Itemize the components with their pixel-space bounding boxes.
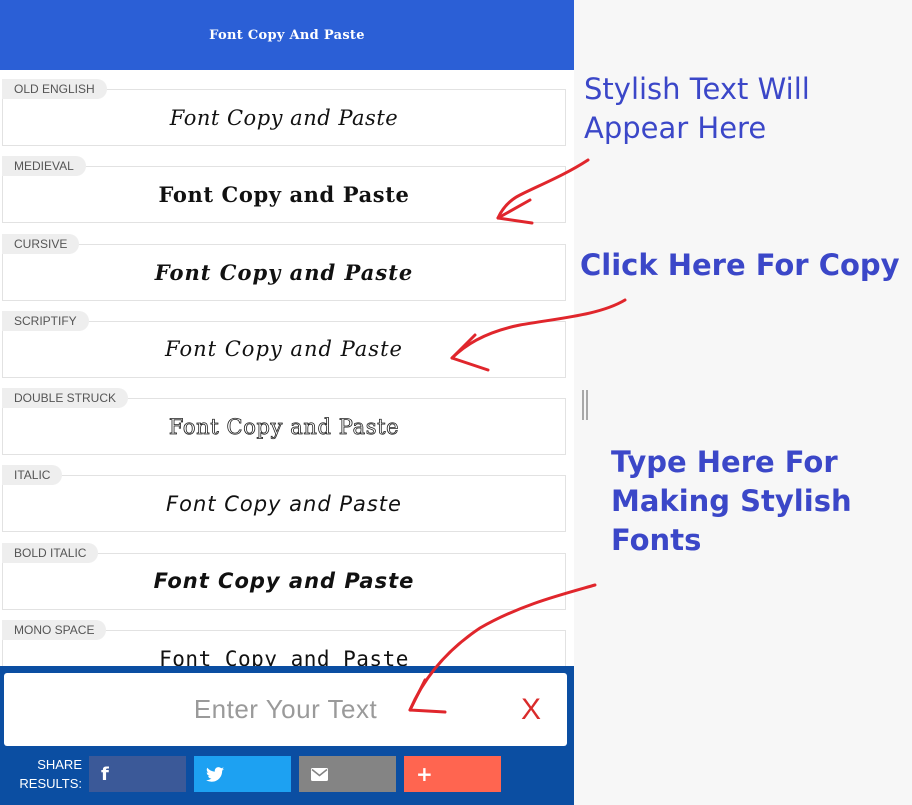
style-preview-box[interactable]: Font Copy and Paste	[2, 166, 566, 224]
email-icon	[311, 767, 328, 781]
style-preview-text: Font Copy and Paste	[158, 182, 410, 208]
style-preview-text: Font Copy and Paste	[169, 105, 399, 130]
share-results-label: SHARE RESULTS:	[19, 757, 82, 791]
facebook-icon: f	[101, 763, 109, 785]
style-preview-box[interactable]: Font Copy and Paste	[2, 320, 566, 378]
annotation-click-copy: Click Here For Copy	[580, 248, 900, 282]
style-item-italic: Font Copy and Paste ITALIC	[0, 463, 574, 540]
twitter-icon	[206, 766, 224, 782]
text-input[interactable]	[4, 673, 567, 746]
style-item-bold-italic: Font Copy and Paste BOLD ITALIC	[0, 541, 574, 618]
style-label: DOUBLE STRUCK	[2, 388, 129, 409]
style-label: OLD ENGLISH	[2, 79, 107, 99]
style-item-medieval: Font Copy and Paste MEDIEVAL	[0, 154, 574, 231]
style-preview-box[interactable]: Font Copy and Paste	[2, 475, 566, 533]
app-title: Font Copy And Paste	[209, 27, 365, 43]
plus-icon: +	[416, 762, 433, 786]
style-label: CURSIVE	[2, 233, 80, 254]
panel-resize-handle[interactable]	[582, 390, 588, 420]
share-facebook-button[interactable]: f	[89, 756, 186, 792]
style-label: ITALIC	[2, 465, 63, 486]
style-item-double-struck: Font Copy and Paste DOUBLE STRUCK	[0, 386, 574, 463]
style-item-scriptify: Font Copy and Paste SCRIPTIFY	[0, 309, 574, 386]
share-more-button[interactable]: +	[404, 756, 501, 792]
annotation-stylish-text: Stylish Text Will Appear Here	[584, 72, 810, 145]
style-item-cursive: Font Copy and Paste CURSIVE	[0, 232, 574, 309]
style-label: SCRIPTIFY	[2, 310, 89, 331]
app-header: Font Copy And Paste	[0, 0, 574, 70]
style-label: MONO SPACE	[2, 620, 107, 641]
style-label: MEDIEVAL	[2, 156, 86, 177]
style-preview-text: Font Copy and Paste	[165, 337, 403, 362]
text-input-container: X	[4, 673, 567, 746]
share-email-button[interactable]	[299, 756, 396, 792]
style-preview-text: Font Copy and Paste	[168, 414, 400, 439]
annotation-type-here: Type Here For Making Stylish Fonts	[611, 445, 852, 557]
font-app-panel: Font Copy And Paste Font Copy and Paste …	[0, 0, 574, 805]
bottom-input-bar: X SHARE RESULTS: f +	[0, 666, 574, 805]
style-preview-box[interactable]: Font Copy and Paste	[2, 243, 566, 301]
style-preview-text: Font Copy and Paste	[166, 491, 402, 516]
font-style-list: Font Copy and Paste OLD ENGLISH Font Cop…	[0, 77, 574, 695]
style-label: BOLD ITALIC	[2, 542, 99, 563]
style-item-old-english: Font Copy and Paste OLD ENGLISH	[0, 77, 574, 154]
style-preview-text: Font Copy and Paste	[153, 569, 415, 594]
style-preview-text: Font Copy and Paste	[154, 259, 414, 285]
share-twitter-button[interactable]	[194, 756, 291, 792]
clear-button[interactable]: X	[516, 695, 546, 725]
